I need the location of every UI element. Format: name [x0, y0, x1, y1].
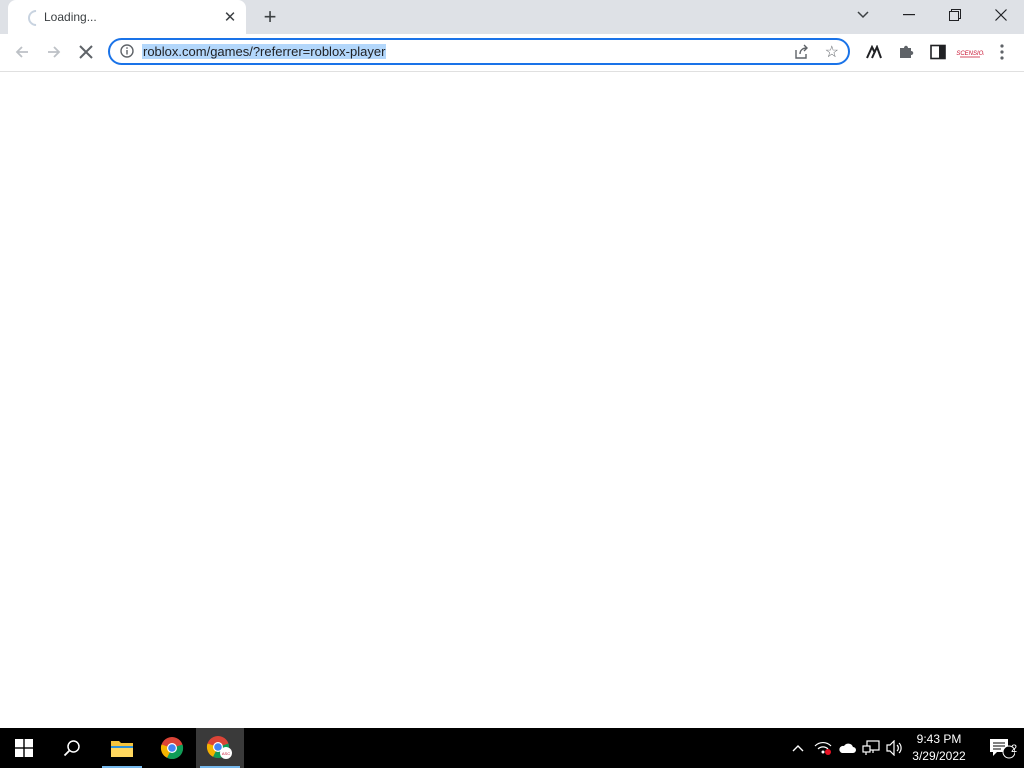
minimize-button[interactable]	[886, 0, 932, 30]
ethernet-network-icon[interactable]	[860, 728, 882, 768]
forward-button[interactable]	[40, 38, 68, 66]
clock-date: 3/29/2022	[912, 749, 966, 763]
chrome-profile-taskbar-icon[interactable]: ASC	[196, 728, 244, 768]
file-explorer-icon[interactable]	[98, 728, 146, 768]
back-button[interactable]	[8, 38, 36, 66]
volume-speaker-icon[interactable]	[884, 728, 906, 768]
extensions-puzzle-icon[interactable]	[896, 42, 916, 62]
bookmark-star-icon[interactable]: ☆	[825, 42, 839, 62]
restore-button[interactable]	[932, 0, 978, 30]
tab-strip: Loading... ✕ +	[0, 0, 1024, 34]
page-content	[0, 72, 1024, 728]
tab-title: Loading...	[44, 10, 97, 24]
tab-search-button[interactable]	[840, 0, 886, 30]
address-bar[interactable]: roblox.com/games/?referrer=roblox-player…	[108, 38, 850, 65]
search-icon[interactable]	[48, 728, 96, 768]
profile-avatar[interactable]: ASCENSION	[956, 42, 984, 62]
svg-text:ASCENSION: ASCENSION	[956, 51, 984, 57]
action-center-notification-icon[interactable]: 2	[980, 728, 1024, 768]
url-text[interactable]: roblox.com/games/?referrer=roblox-player	[142, 44, 387, 59]
taskbar: ASC 9:43 PM 3/29/2022 2	[0, 728, 1024, 768]
new-tab-button[interactable]: +	[258, 5, 282, 29]
show-hidden-icons-chevron-up-icon[interactable]	[788, 728, 808, 768]
notification-count-badge: 2	[1010, 743, 1018, 755]
onedrive-cloud-icon[interactable]	[836, 728, 858, 768]
browser-toolbar: roblox.com/games/?referrer=roblox-player…	[0, 34, 1024, 72]
svg-text:ASC: ASC	[222, 751, 230, 756]
chrome-taskbar-icon[interactable]	[148, 728, 196, 768]
side-panel-icon[interactable]	[928, 42, 948, 62]
close-tab-icon[interactable]: ✕	[220, 7, 240, 27]
share-icon[interactable]	[794, 44, 810, 65]
close-window-button[interactable]	[978, 0, 1024, 30]
start-button[interactable]	[0, 728, 48, 768]
stop-loading-button[interactable]	[72, 38, 100, 66]
network-status-icon[interactable]	[812, 728, 834, 768]
browser-menu-icon[interactable]	[992, 42, 1012, 62]
browser-tab[interactable]: Loading... ✕	[8, 0, 246, 34]
clock-time: 9:43 PM	[916, 732, 962, 746]
extension-icon[interactable]	[864, 42, 884, 62]
site-info-icon[interactable]	[120, 44, 134, 58]
taskbar-clock[interactable]: 9:43 PM 3/29/2022	[906, 731, 972, 765]
